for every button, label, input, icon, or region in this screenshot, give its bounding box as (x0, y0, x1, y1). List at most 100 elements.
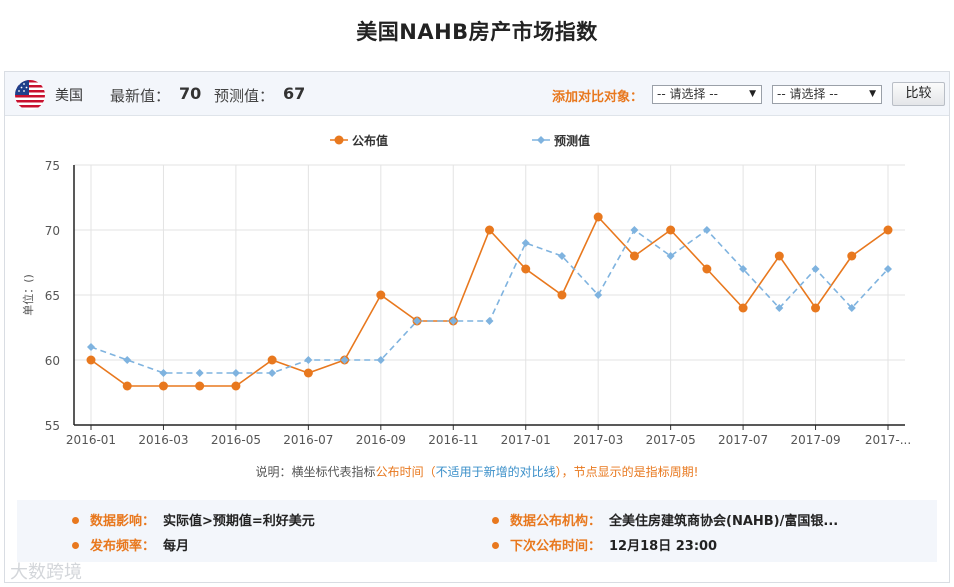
compare-label: 添加对比对象： (552, 90, 644, 105)
next-release-label: 下次公布时间： (510, 539, 602, 554)
forecast-point (231, 369, 240, 377)
watermark-logo: 大数跨境 (10, 562, 82, 583)
compare-select-1[interactable]: -- 请选择 -- ▼ (652, 85, 762, 104)
x-tick-label: 2016-07 (283, 433, 333, 447)
frequency-value: 每月 (163, 539, 190, 554)
x-tick-label: 2017-05 (646, 433, 696, 447)
line-chart: 55 60 65 70 75 2016-01 2016-03 2016-05 2016-07 20… (21, 133, 911, 447)
compare-select-1-value: -- 请选择 -- (657, 87, 718, 101)
frequency-label: 发布频率： (90, 539, 156, 554)
published-point (376, 290, 386, 300)
chevron-down-icon: ▼ (869, 89, 876, 99)
bullet-icon (492, 542, 499, 549)
published-point (158, 381, 168, 391)
published-point (702, 264, 712, 274)
us-flag-icon (15, 80, 45, 110)
bullet-icon (72, 542, 79, 549)
info-impact: 数据影响： 实际值>预期值=利好美元 (72, 510, 315, 529)
published-point (557, 290, 567, 300)
published-point (738, 303, 748, 313)
x-tick-label: 2016-03 (138, 433, 188, 447)
forecast-point (630, 226, 639, 234)
published-point (811, 303, 821, 313)
x-tick-label: 2017-03 (573, 433, 623, 447)
published-point (122, 381, 132, 391)
x-tick-label: 2016-09 (356, 433, 406, 447)
legend-label: 公布值 (352, 133, 388, 148)
info-next-release: 下次公布时间： 12月18日 23:00 (492, 535, 717, 554)
y-tick-label: 55 (45, 419, 60, 433)
forecast-point (195, 369, 204, 377)
bullet-icon (492, 517, 499, 524)
x-tick-label: 2017-01 (501, 433, 551, 447)
legend-label: 预测值 (554, 133, 590, 148)
series-line-forecast (90, 228, 889, 374)
published-point (303, 368, 313, 378)
forecast-point (811, 265, 820, 273)
y-tick-label: 70 (45, 224, 60, 238)
x-tick-label: 2016-01 (66, 433, 116, 447)
forecast-point (159, 369, 168, 377)
forecast-point (123, 356, 132, 364)
compare-select-2-value: -- 请选择 -- (777, 87, 838, 101)
published-point (593, 212, 603, 222)
published-point (883, 225, 893, 235)
impact-label: 数据影响： (90, 514, 156, 529)
series-line-published (90, 215, 889, 387)
page-title: 美国NAHB房产市场指数 (356, 20, 598, 44)
published-point (629, 251, 639, 261)
forecast-point (268, 369, 277, 377)
y-tick-label: 60 (45, 354, 60, 368)
next-release-value: 12月18日 23:00 (609, 539, 718, 554)
note-text-5: ），节点显示的是 (555, 465, 646, 479)
forecast-point (521, 239, 530, 247)
published-point (521, 264, 531, 274)
x-tick-label: 2017-09 (790, 433, 840, 447)
compare-select-2[interactable]: -- 请选择 -- ▼ (772, 85, 882, 104)
published-point (267, 355, 277, 365)
forecast-label: 预测值： (214, 87, 275, 105)
forecast-point (304, 356, 313, 364)
forecast-point (485, 317, 494, 325)
y-axis-label: 单位：() (21, 274, 35, 316)
note-text-6: 指标周期 (645, 465, 694, 479)
country-name: 美国 (55, 88, 83, 104)
indicator-card: 美国 最新值： 70 预测值： 67 添加对比对象： -- 请选择 -- ▼ -… (4, 71, 950, 583)
y-tick-label: 65 (45, 289, 60, 303)
x-tick-label: 2016-05 (211, 433, 261, 447)
note-text-7: ! (693, 465, 699, 479)
latest-label: 最新值： (110, 87, 171, 105)
bullet-icon (72, 517, 79, 524)
published-point (847, 251, 857, 261)
card-header: 美国 最新值： 70 预测值： 67 添加对比对象： -- 请选择 -- ▼ -… (5, 72, 949, 116)
note-text-4: 不适用于新增的对比线 (435, 465, 556, 479)
x-tick-label: 2017-... (865, 433, 911, 447)
info-panel: 数据影响： 实际值>预期值=利好美元 数据公布机构： 全美住房建筑商协会(NAHB)… (17, 500, 937, 562)
published-point (666, 225, 676, 235)
forecast-value: 67 (283, 84, 306, 103)
latest-value: 70 (179, 84, 202, 103)
impact-value: 实际值>预期值=利好美元 (163, 514, 315, 529)
x-tick-label: 2017-07 (718, 433, 768, 447)
published-point (195, 381, 205, 391)
y-tick-label: 75 (45, 159, 60, 173)
published-point (485, 225, 494, 235)
published-point (86, 355, 96, 365)
published-point (231, 381, 241, 391)
forecast-point (87, 343, 95, 351)
forecast-point (702, 226, 711, 234)
info-frequency: 发布频率： 每月 (72, 535, 189, 554)
compare-button[interactable]: 比较 (892, 82, 945, 106)
chart-note: 说明：横坐标代表指标公布时间（不适用于新增的对比线），节点显示的是指标周期! (5, 463, 949, 480)
agency-label: 数据公布机构： (510, 514, 602, 529)
published-point (774, 251, 784, 261)
agency-value: 全美住房建筑商协会(NAHB)/富国银... (609, 514, 839, 529)
info-agency: 数据公布机构： 全美住房建筑商协会(NAHB)/富国银... (492, 510, 838, 529)
forecast-point (594, 291, 603, 299)
legend-marker (537, 136, 545, 144)
note-text-2: 公布时间 (375, 465, 424, 479)
note-text-3: （ (423, 465, 436, 479)
chevron-down-icon: ▼ (749, 89, 756, 99)
x-tick-label: 2016-11 (428, 433, 478, 447)
note-text-1: 说明：横坐标代表指标 (255, 465, 376, 479)
